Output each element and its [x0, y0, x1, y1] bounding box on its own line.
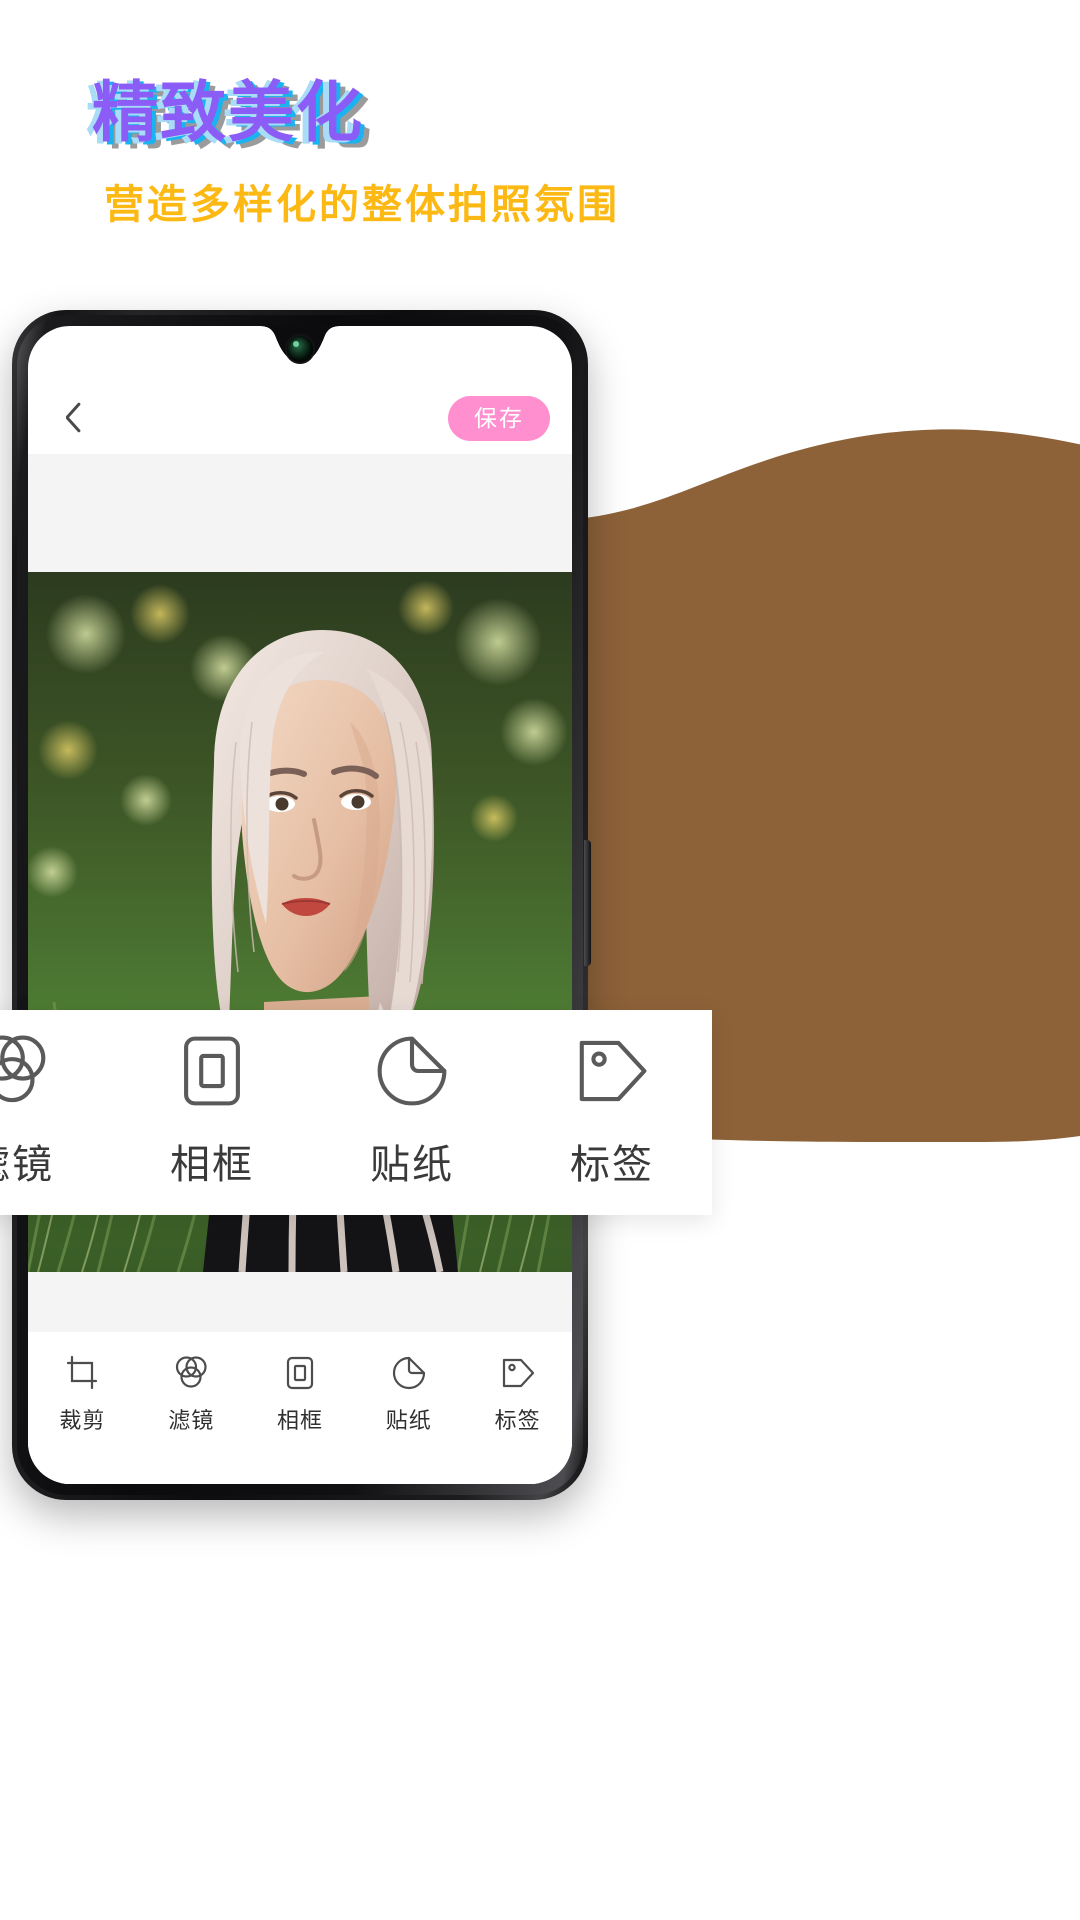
nav-item-filter[interactable]: 滤镜 [137, 1354, 246, 1435]
magnified-toolbar-popup: 滤镜 相框 贴纸 [0, 1010, 712, 1215]
popup-item-sticker[interactable]: 贴纸 [312, 1030, 512, 1190]
popup-label: 贴纸 [370, 1141, 454, 1188]
chevron-left-icon[interactable] [54, 396, 80, 440]
save-button[interactable]: 保存 [448, 395, 550, 441]
app-top-bar: 保存 [28, 382, 572, 454]
tag-icon [499, 1354, 537, 1392]
phone-mockup: 保存 裁剪 滤镜 相框 贴纸 标签 [12, 310, 591, 1500]
phone-volume-button[interactable] [584, 840, 591, 966]
headline-main-text: 精致美化 [92, 74, 364, 151]
promo-poster: 精致美化 精致美化 精致美化 精致美化 营造多样化的整体拍照氛围 保存 裁剪 滤… [0, 0, 1080, 1920]
popup-label: 标签 [570, 1141, 654, 1188]
filter-circles-icon [0, 1030, 53, 1112]
popup-label: 相框 [170, 1141, 254, 1188]
sticker-peel-icon [390, 1354, 428, 1392]
nav-label: 滤镜 [168, 1409, 215, 1434]
editor-canvas [28, 454, 572, 1484]
nav-item-tag[interactable]: 标签 [463, 1354, 572, 1435]
editor-bottom-nav: 裁剪 滤镜 相框 贴纸 标签 [28, 1332, 572, 1484]
popup-item-filter[interactable]: 滤镜 [0, 1030, 112, 1190]
nav-label: 相框 [276, 1409, 323, 1434]
nav-item-sticker[interactable]: 贴纸 [354, 1354, 463, 1435]
nav-item-crop[interactable]: 裁剪 [28, 1354, 137, 1435]
front-camera-icon [287, 336, 313, 362]
nav-label: 裁剪 [59, 1409, 106, 1434]
filter-circles-icon [172, 1354, 210, 1392]
nav-label: 标签 [494, 1409, 541, 1434]
phone-notch [28, 326, 572, 382]
popup-item-tag[interactable]: 标签 [512, 1030, 712, 1190]
tag-icon [571, 1030, 653, 1112]
nav-label: 贴纸 [385, 1409, 432, 1434]
nav-item-frame[interactable]: 相框 [246, 1354, 355, 1435]
phone-screen: 保存 裁剪 滤镜 相框 贴纸 标签 [28, 326, 572, 1484]
promo-subtitle: 营造多样化的整体拍照氛围 [104, 182, 620, 228]
sticker-peel-icon [371, 1030, 453, 1112]
frame-icon [171, 1030, 253, 1112]
canvas-top-padding [28, 454, 572, 572]
popup-item-frame[interactable]: 相框 [112, 1030, 312, 1190]
popup-label: 滤镜 [0, 1141, 54, 1188]
frame-icon [281, 1354, 319, 1392]
crop-icon [63, 1354, 101, 1392]
